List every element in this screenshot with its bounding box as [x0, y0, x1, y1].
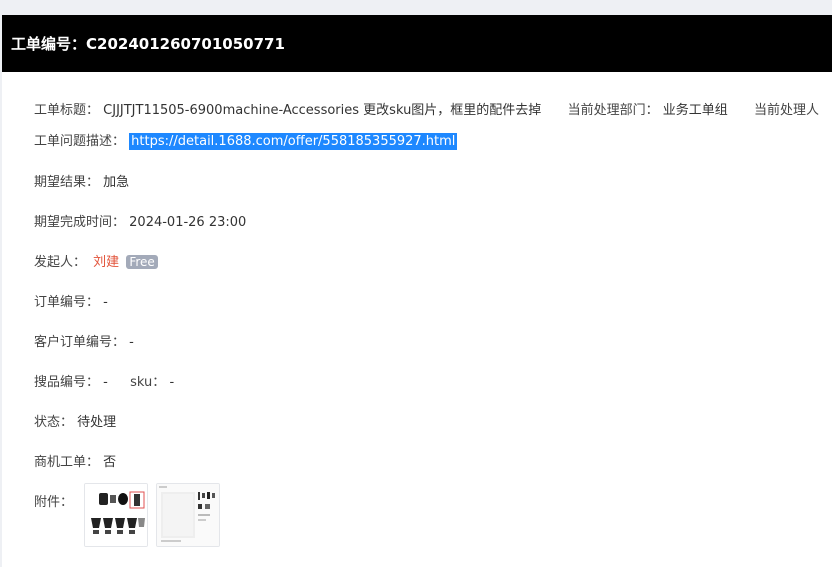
expected-result-label: 期望结果：	[34, 175, 100, 190]
expected-result-value: 加急	[103, 175, 130, 190]
ticket-detail-panel: 工单编号：C202401260701050771 工单标题： CJJJTJT11…	[2, 15, 832, 567]
sku-label: sku：	[130, 375, 166, 390]
customer-order-row: 客户订单编号： -	[34, 331, 134, 350]
attachment-thumbnail-listing[interactable]	[156, 483, 220, 547]
accessories-image	[85, 484, 147, 546]
description-label: 工单问题描述：	[34, 134, 126, 149]
current-dept-value: 业务工单组	[662, 103, 728, 118]
search-number-label: 搜品编号：	[34, 375, 100, 390]
status-value: 待处理	[77, 415, 117, 430]
expected-result-row: 期望结果： 加急	[34, 171, 129, 190]
attachment-thumbnail-accessories[interactable]	[84, 483, 148, 547]
business-ticket-value: 否	[103, 455, 117, 470]
sku-value: -	[169, 375, 175, 390]
ticket-title-row: 工单标题： CJJJTJT11505-6900machine-Accessori…	[34, 99, 819, 118]
customer-order-label: 客户订单编号：	[34, 335, 126, 350]
due-time-label: 期望完成时间：	[34, 215, 126, 230]
search-number-value: -	[103, 375, 108, 390]
top-strip	[0, 0, 832, 15]
business-ticket-row: 商机工单： 否	[34, 451, 116, 470]
initiator-row: 发起人： 刘建 Free	[34, 251, 158, 270]
due-time-value: 2024-01-26 23:00	[129, 215, 247, 230]
business-ticket-label: 商机工单：	[34, 455, 100, 470]
search-sku-row: 搜品编号： - sku： -	[34, 371, 174, 390]
ticket-title-label: 工单标题：	[34, 103, 100, 118]
initiator-label: 发起人：	[34, 255, 87, 270]
listing-screenshot-image	[157, 484, 219, 546]
status-label: 状态：	[34, 415, 74, 430]
description-link[interactable]: https://detail.1688.com/offer/5581853559…	[129, 133, 458, 150]
ticket-number-header: 工单编号：C202401260701050771	[2, 15, 832, 72]
attachments-label: 附件：	[34, 495, 74, 510]
attachments-row: 附件：	[34, 491, 73, 510]
status-row: 状态： 待处理	[34, 411, 116, 430]
ticket-title-value: CJJJTJT11505-6900machine-Accessories 更改s…	[103, 103, 542, 118]
initiator-free-badge: Free	[126, 255, 158, 269]
ticket-description-row: 工单问题描述： https://detail.1688.com/offer/55…	[34, 130, 458, 150]
current-handler-label: 当前处理人	[754, 103, 820, 118]
customer-order-value: -	[129, 335, 134, 350]
current-dept-label: 当前处理部门：	[567, 103, 659, 118]
order-number-row: 订单编号： -	[34, 291, 108, 310]
initiator-name[interactable]: 刘建	[93, 255, 119, 270]
ticket-number-title: 工单编号：C202401260701050771	[11, 35, 285, 53]
due-time-row: 期望完成时间： 2024-01-26 23:00	[34, 211, 246, 230]
order-number-label: 订单编号：	[34, 295, 100, 310]
order-number-value: -	[103, 295, 108, 310]
